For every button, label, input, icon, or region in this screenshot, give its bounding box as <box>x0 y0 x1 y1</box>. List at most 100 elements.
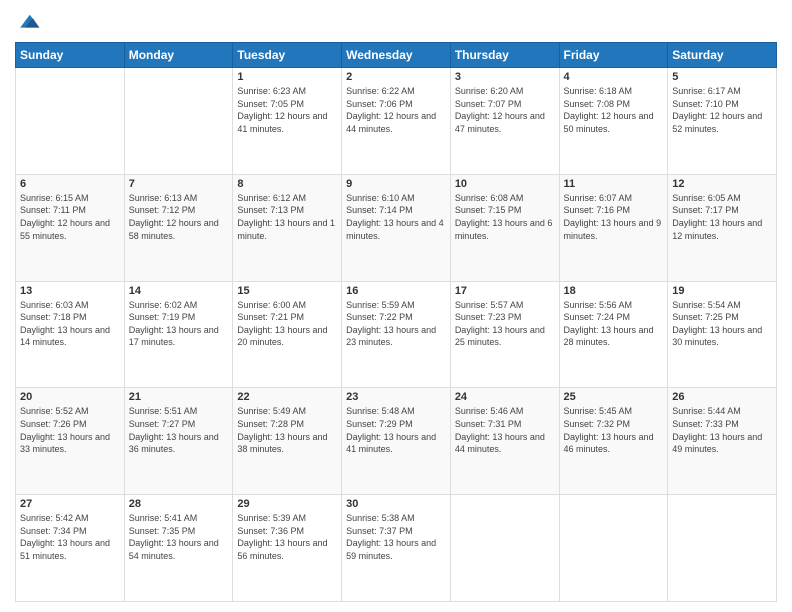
calendar-cell: 20 Sunrise: 5:52 AM Sunset: 7:26 PM Dayli… <box>16 388 125 495</box>
calendar-week-row: 13Sunrise: 6:03 AM Sunset: 7:18 PM Dayli… <box>16 281 777 388</box>
calendar-day-header: Monday <box>124 43 233 68</box>
calendar-day-header: Thursday <box>450 43 559 68</box>
day-number: 29 <box>237 498 337 510</box>
calendar-cell: 25 Sunrise: 5:45 AM Sunset: 7:32 PM Dayli… <box>559 388 668 495</box>
calendar-cell: 14 Sunrise: 6:02 AM Sunset: 7:19 PM Dayli… <box>124 281 233 388</box>
calendar-day-header: Sunday <box>16 43 125 68</box>
calendar-table: SundayMondayTuesdayWednesdayThursdayFrid… <box>15 42 777 602</box>
day-number: 19 <box>672 285 772 297</box>
day-number: 26 <box>672 391 772 403</box>
calendar-cell: 15 Sunrise: 6:00 AM Sunset: 7:21 PM Dayli… <box>233 281 342 388</box>
calendar-cell: 19Sunrise: 5:54 AM Sunset: 7:25 PM Dayli… <box>668 281 777 388</box>
calendar-cell: 26 Sunrise: 5:44 AM Sunset: 7:33 PM Dayli… <box>668 388 777 495</box>
calendar-cell <box>559 495 668 602</box>
day-info: Sunrise: 6:07 AM Sunset: 7:16 PM Dayligh… <box>564 192 664 242</box>
day-number: 2 <box>346 71 446 83</box>
day-number: 21 <box>129 391 229 403</box>
day-info: Sunrise: 5:45 AM Sunset: 7:32 PM Dayligh… <box>564 405 664 455</box>
day-info: Sunrise: 6:20 AM Sunset: 7:07 PM Dayligh… <box>455 85 555 135</box>
calendar-cell: 5 Sunrise: 6:17 AM Sunset: 7:10 PM Daylig… <box>668 68 777 175</box>
day-number: 25 <box>564 391 664 403</box>
calendar-cell: 4 Sunrise: 6:18 AM Sunset: 7:08 PM Daylig… <box>559 68 668 175</box>
day-info: Sunrise: 5:48 AM Sunset: 7:29 PM Dayligh… <box>346 405 446 455</box>
calendar-cell: 21 Sunrise: 5:51 AM Sunset: 7:27 PM Dayli… <box>124 388 233 495</box>
day-number: 30 <box>346 498 446 510</box>
day-info: Sunrise: 6:22 AM Sunset: 7:06 PM Dayligh… <box>346 85 446 135</box>
calendar-cell: 16 Sunrise: 5:59 AM Sunset: 7:22 PM Dayli… <box>342 281 451 388</box>
day-info: Sunrise: 5:57 AM Sunset: 7:23 PM Dayligh… <box>455 299 555 349</box>
day-info: Sunrise: 5:52 AM Sunset: 7:26 PM Dayligh… <box>20 405 120 455</box>
calendar-cell: 18 Sunrise: 5:56 AM Sunset: 7:24 PM Dayli… <box>559 281 668 388</box>
day-number: 12 <box>672 178 772 190</box>
day-number: 14 <box>129 285 229 297</box>
day-number: 7 <box>129 178 229 190</box>
day-number: 9 <box>346 178 446 190</box>
day-number: 5 <box>672 71 772 83</box>
calendar-cell: 7 Sunrise: 6:13 AM Sunset: 7:12 PM Daylig… <box>124 174 233 281</box>
day-number: 8 <box>237 178 337 190</box>
calendar-cell: 6 Sunrise: 6:15 AM Sunset: 7:11 PM Daylig… <box>16 174 125 281</box>
page: SundayMondayTuesdayWednesdayThursdayFrid… <box>0 0 792 612</box>
day-number: 17 <box>455 285 555 297</box>
calendar-cell <box>450 495 559 602</box>
day-info: Sunrise: 5:41 AM Sunset: 7:35 PM Dayligh… <box>129 512 229 562</box>
day-number: 27 <box>20 498 120 510</box>
day-info: Sunrise: 6:15 AM Sunset: 7:11 PM Dayligh… <box>20 192 120 242</box>
day-info: Sunrise: 6:05 AM Sunset: 7:17 PM Dayligh… <box>672 192 772 242</box>
day-number: 16 <box>346 285 446 297</box>
day-info: Sunrise: 5:46 AM Sunset: 7:31 PM Dayligh… <box>455 405 555 455</box>
day-info: Sunrise: 5:39 AM Sunset: 7:36 PM Dayligh… <box>237 512 337 562</box>
calendar-cell: 17 Sunrise: 5:57 AM Sunset: 7:23 PM Dayli… <box>450 281 559 388</box>
header <box>15 10 777 34</box>
day-info: Sunrise: 6:00 AM Sunset: 7:21 PM Dayligh… <box>237 299 337 349</box>
calendar-cell: 2 Sunrise: 6:22 AM Sunset: 7:06 PM Daylig… <box>342 68 451 175</box>
calendar-cell: 8 Sunrise: 6:12 AM Sunset: 7:13 PM Daylig… <box>233 174 342 281</box>
calendar-week-row: 6 Sunrise: 6:15 AM Sunset: 7:11 PM Daylig… <box>16 174 777 281</box>
calendar-week-row: 27 Sunrise: 5:42 AM Sunset: 7:34 PM Dayli… <box>16 495 777 602</box>
calendar-cell: 30 Sunrise: 5:38 AM Sunset: 7:37 PM Dayli… <box>342 495 451 602</box>
calendar-day-header: Tuesday <box>233 43 342 68</box>
calendar-week-row: 1Sunrise: 6:23 AM Sunset: 7:05 PM Daylig… <box>16 68 777 175</box>
calendar-cell: 23 Sunrise: 5:48 AM Sunset: 7:29 PM Dayli… <box>342 388 451 495</box>
day-info: Sunrise: 5:42 AM Sunset: 7:34 PM Dayligh… <box>20 512 120 562</box>
day-info: Sunrise: 6:13 AM Sunset: 7:12 PM Dayligh… <box>129 192 229 242</box>
logo <box>15 10 41 34</box>
day-number: 24 <box>455 391 555 403</box>
calendar-cell: 9 Sunrise: 6:10 AM Sunset: 7:14 PM Daylig… <box>342 174 451 281</box>
day-info: Sunrise: 6:18 AM Sunset: 7:08 PM Dayligh… <box>564 85 664 135</box>
day-number: 23 <box>346 391 446 403</box>
calendar-day-header: Saturday <box>668 43 777 68</box>
calendar-cell: 13Sunrise: 6:03 AM Sunset: 7:18 PM Dayli… <box>16 281 125 388</box>
calendar-cell: 27 Sunrise: 5:42 AM Sunset: 7:34 PM Dayli… <box>16 495 125 602</box>
day-info: Sunrise: 5:51 AM Sunset: 7:27 PM Dayligh… <box>129 405 229 455</box>
day-info: Sunrise: 5:49 AM Sunset: 7:28 PM Dayligh… <box>237 405 337 455</box>
day-number: 11 <box>564 178 664 190</box>
day-info: Sunrise: 6:02 AM Sunset: 7:19 PM Dayligh… <box>129 299 229 349</box>
logo-icon <box>17 10 41 34</box>
calendar-cell: 1Sunrise: 6:23 AM Sunset: 7:05 PM Daylig… <box>233 68 342 175</box>
calendar-cell <box>16 68 125 175</box>
day-number: 4 <box>564 71 664 83</box>
day-number: 6 <box>20 178 120 190</box>
day-info: Sunrise: 5:38 AM Sunset: 7:37 PM Dayligh… <box>346 512 446 562</box>
calendar-day-header: Wednesday <box>342 43 451 68</box>
calendar-cell: 12 Sunrise: 6:05 AM Sunset: 7:17 PM Dayli… <box>668 174 777 281</box>
day-info: Sunrise: 5:56 AM Sunset: 7:24 PM Dayligh… <box>564 299 664 349</box>
day-number: 20 <box>20 391 120 403</box>
day-info: Sunrise: 5:59 AM Sunset: 7:22 PM Dayligh… <box>346 299 446 349</box>
day-info: Sunrise: 6:12 AM Sunset: 7:13 PM Dayligh… <box>237 192 337 242</box>
day-info: Sunrise: 6:17 AM Sunset: 7:10 PM Dayligh… <box>672 85 772 135</box>
day-number: 15 <box>237 285 337 297</box>
day-info: Sunrise: 6:23 AM Sunset: 7:05 PM Dayligh… <box>237 85 337 135</box>
day-number: 18 <box>564 285 664 297</box>
calendar-cell: 28Sunrise: 5:41 AM Sunset: 7:35 PM Dayli… <box>124 495 233 602</box>
day-number: 22 <box>237 391 337 403</box>
day-number: 13 <box>20 285 120 297</box>
calendar-day-header: Friday <box>559 43 668 68</box>
calendar-cell: 3Sunrise: 6:20 AM Sunset: 7:07 PM Daylig… <box>450 68 559 175</box>
calendar-cell: 29 Sunrise: 5:39 AM Sunset: 7:36 PM Dayli… <box>233 495 342 602</box>
calendar-cell: 11 Sunrise: 6:07 AM Sunset: 7:16 PM Dayli… <box>559 174 668 281</box>
day-info: Sunrise: 6:10 AM Sunset: 7:14 PM Dayligh… <box>346 192 446 242</box>
calendar-cell: 22 Sunrise: 5:49 AM Sunset: 7:28 PM Dayli… <box>233 388 342 495</box>
day-info: Sunrise: 5:44 AM Sunset: 7:33 PM Dayligh… <box>672 405 772 455</box>
